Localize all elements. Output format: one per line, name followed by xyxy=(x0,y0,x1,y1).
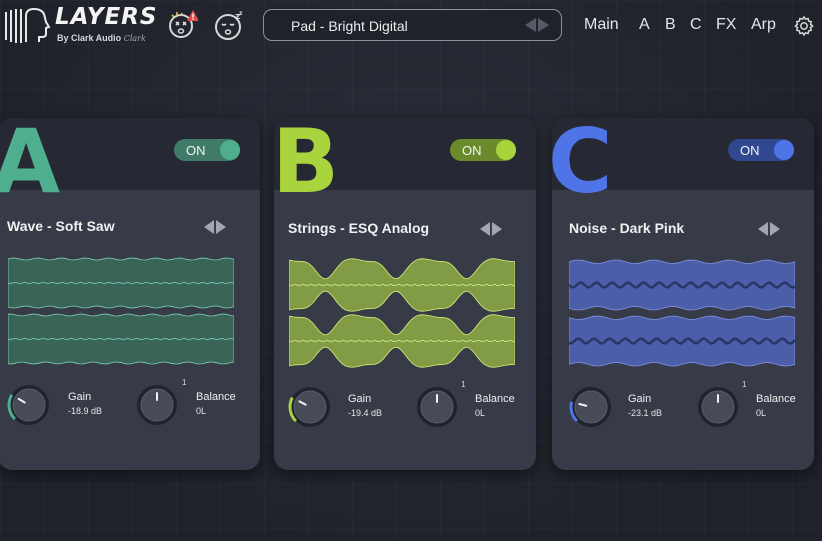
layer-letter: C xyxy=(552,118,613,213)
wave-arrows xyxy=(204,220,226,234)
toggle-label: ON xyxy=(462,143,482,158)
logo-head-icon xyxy=(5,7,51,43)
randomize-icon[interactable] xyxy=(166,8,198,40)
wave-next-icon[interactable] xyxy=(216,220,226,234)
nav-c[interactable]: C xyxy=(690,16,702,34)
preset-selector[interactable]: Pad - Bright Digital xyxy=(263,9,562,41)
wave-title: Wave - Soft Saw xyxy=(7,218,115,234)
preset-arrows xyxy=(525,18,549,32)
preset-name: Pad - Bright Digital xyxy=(291,18,408,34)
layer-toggle[interactable]: ON xyxy=(728,139,794,161)
gain-value: -19.4 dB xyxy=(348,408,383,418)
waveform-channel xyxy=(8,313,234,365)
svg-text:z: z xyxy=(239,10,243,17)
logo-subtitle: By Clark Audio Clark xyxy=(57,33,146,43)
logo-text: LAYERS xyxy=(55,4,158,30)
wave-prev-icon[interactable] xyxy=(758,222,768,236)
gain-knob[interactable] xyxy=(568,384,614,430)
balance-value: 0L xyxy=(196,406,207,416)
toggle-knob xyxy=(496,140,516,160)
nav-a[interactable]: A xyxy=(639,16,650,34)
balance-value: 0L xyxy=(475,408,486,418)
gain-label: Gain xyxy=(68,391,92,403)
knob-cap xyxy=(574,390,608,424)
toggle-label: ON xyxy=(186,143,206,158)
waveform-display[interactable] xyxy=(8,256,234,366)
preset-prev-icon[interactable] xyxy=(525,18,536,32)
toggle-label: ON xyxy=(740,143,760,158)
wave-prev-icon[interactable] xyxy=(480,222,490,236)
waveform-display[interactable] xyxy=(289,258,515,368)
waveform-body xyxy=(569,259,795,311)
wave-title: Strings - ESQ Analog xyxy=(288,220,430,236)
layer-letter: B xyxy=(274,118,340,213)
nav-arp[interactable]: Arp xyxy=(751,16,776,34)
balance-label: Balance xyxy=(196,391,236,403)
gain-label: Gain xyxy=(348,393,372,405)
gain-knob[interactable] xyxy=(6,382,52,428)
balance-knob[interactable] xyxy=(414,384,460,430)
layer-toggle[interactable]: ON xyxy=(174,139,240,161)
waveform-channel xyxy=(289,314,515,368)
balance-knob[interactable] xyxy=(134,382,180,428)
nav-main[interactable]: Main xyxy=(584,16,619,34)
waveform-channel xyxy=(8,257,234,309)
preset-next-icon[interactable] xyxy=(538,18,549,32)
balance-top-label: 1 xyxy=(742,380,747,389)
top-bar: LAYERS By Clark Audio Clark z z Pad - Br… xyxy=(0,0,822,52)
sleep-icon[interactable]: z z xyxy=(213,10,245,42)
wave-prev-icon[interactable] xyxy=(204,220,214,234)
balance-top-label: 1 xyxy=(182,378,187,387)
toggle-knob xyxy=(774,140,794,160)
logo-signature: Clark xyxy=(123,34,146,43)
balance-knob[interactable] xyxy=(695,384,741,430)
wave-next-icon[interactable] xyxy=(492,222,502,236)
balance-top-label: 1 xyxy=(461,380,466,389)
nav-fx[interactable]: FX xyxy=(716,16,736,34)
gain-knob[interactable] xyxy=(287,384,333,430)
wave-arrows xyxy=(758,222,780,236)
nav-b[interactable]: B xyxy=(665,16,676,34)
waveform-channel xyxy=(289,258,515,312)
wave-next-icon[interactable] xyxy=(770,222,780,236)
gain-label: Gain xyxy=(628,393,652,405)
knob-cap xyxy=(12,388,46,422)
balance-label: Balance xyxy=(475,393,515,405)
layer-toggle[interactable]: ON xyxy=(450,139,516,161)
balance-label: Balance xyxy=(756,393,796,405)
wave-arrows xyxy=(480,222,502,236)
layer-letter: A xyxy=(0,118,61,213)
waveform-channel xyxy=(569,315,795,367)
settings-gear-icon[interactable] xyxy=(793,15,815,37)
toggle-knob xyxy=(220,140,240,160)
layer-panel-b: B ON Strings - ESQ Analog Gain -19.4 dB … xyxy=(274,118,536,470)
gain-value: -18.9 dB xyxy=(68,406,103,416)
gain-value: -23.1 dB xyxy=(628,408,663,418)
wave-title: Noise - Dark Pink xyxy=(569,220,685,236)
layer-panel-a: A ON Wave - Soft Saw Gain -18.9 dB 1 Bal… xyxy=(0,118,260,470)
waveform-channel xyxy=(569,259,795,311)
balance-value: 0L xyxy=(756,408,767,418)
waveform-display[interactable] xyxy=(569,258,795,368)
layer-panel-c: C ON Noise - Dark Pink Gain -23.1 dB 1 B… xyxy=(552,118,814,470)
knob-cap xyxy=(293,390,327,424)
